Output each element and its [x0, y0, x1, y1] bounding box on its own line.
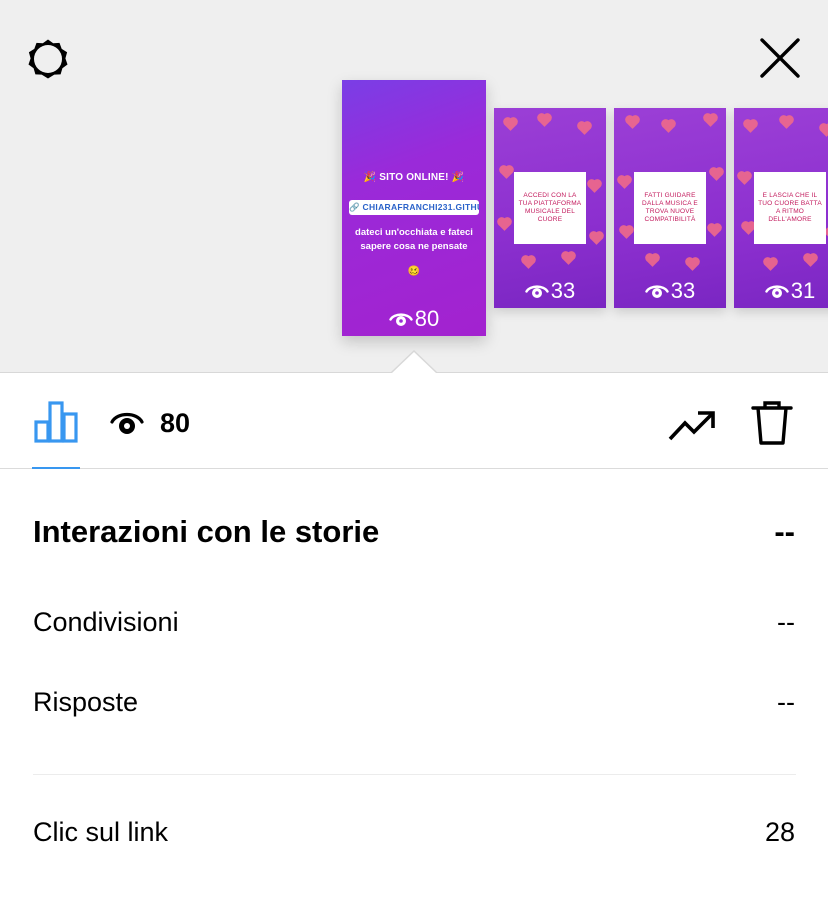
bar-chart-icon [34, 401, 78, 443]
replies-value: -- [777, 687, 795, 717]
story-views: 33 [670, 278, 696, 303]
eye-icon [389, 313, 413, 326]
story-title: 🎉 SITO ONLINE! 🎉 [363, 172, 465, 183]
story-thumbnail[interactable]: E LASCIA CHE IL TUO CUORE BATTA A RITMO … [734, 108, 828, 308]
story-view-count: 31 [734, 278, 828, 304]
section-title: Interazioni con le storie [33, 514, 380, 549]
story-thumbnail[interactable]: ACCEDI CON LA TUA PIATTAFORMA MUSICALE D… [494, 108, 606, 308]
story-views: 33 [550, 278, 576, 303]
close-button[interactable] [756, 34, 804, 82]
story-view-count: 33 [494, 278, 606, 304]
gear-icon [28, 39, 68, 79]
story-text: dateci un'occhiata e fateci sapere cosa … [355, 227, 473, 252]
story-card: ACCEDI CON LA TUA PIATTAFORMA MUSICALE D… [514, 172, 586, 244]
story-strip: 🎉 SITO ONLINE! 🎉 🔗 CHIARAFRANCHI231.GITH… [0, 0, 828, 372]
eye-icon [110, 412, 144, 434]
story-emoji: 🥴 [407, 266, 421, 277]
story-card: E LASCIA CHE IL TUO CUORE BATTA A RITMO … [754, 172, 826, 244]
replies-label: Risposte [33, 687, 139, 717]
shares-label: Condivisioni [33, 607, 179, 637]
story-card-text: ACCEDI CON LA TUA PIATTAFORMA MUSICALE D… [518, 192, 582, 223]
story-thumbnail-selected[interactable]: 🎉 SITO ONLINE! 🎉 🔗 CHIARAFRANCHI231.GITH… [342, 80, 486, 336]
story-view-count: 33 [614, 278, 726, 304]
insights-tabbar: 80 [0, 372, 828, 469]
link-sticker: 🔗 CHIARAFRANCHI231.GITHUB.IO [349, 200, 479, 215]
tab-viewers[interactable]: 80 [110, 403, 190, 443]
eye-icon [645, 285, 669, 298]
story-card-text: FATTI GUIDARE DALLA MUSICA E TROVA NUOVE… [642, 192, 698, 223]
eye-icon [765, 285, 789, 298]
trash-icon [751, 401, 793, 445]
close-icon [760, 38, 800, 78]
story-thumbnail[interactable]: FATTI GUIDARE DALLA MUSICA E TROVA NUOVE… [614, 108, 726, 308]
story-card: FATTI GUIDARE DALLA MUSICA E TROVA NUOVE… [634, 172, 706, 244]
views-count: 80 [160, 407, 191, 438]
shares-value: -- [777, 607, 795, 637]
selection-pointer [392, 352, 436, 373]
link-clicks-label: Clic sul link [33, 817, 169, 847]
link-clicks-value: 28 [764, 817, 795, 847]
section-value: -- [774, 514, 795, 549]
story-views: 31 [790, 278, 816, 303]
story-view-count: 80 [342, 306, 486, 332]
tab-active-indicator [32, 467, 80, 469]
story-views: 80 [414, 306, 440, 331]
tab-insights[interactable] [32, 395, 80, 469]
eye-icon [525, 285, 549, 298]
story-card-text: E LASCIA CHE IL TUO CUORE BATTA A RITMO … [758, 192, 822, 223]
settings-button[interactable] [24, 35, 72, 83]
trending-up-icon [668, 411, 715, 441]
divider [33, 774, 796, 775]
delete-button[interactable] [748, 399, 796, 447]
trending-button[interactable] [668, 405, 716, 445]
